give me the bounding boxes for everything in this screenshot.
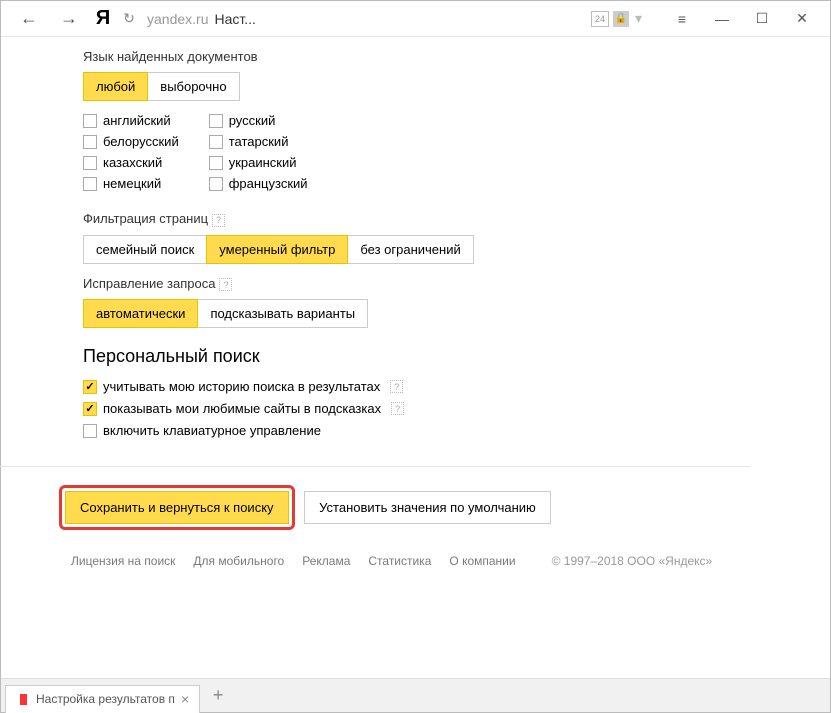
checkbox-icon	[209, 177, 223, 191]
browser-tab[interactable]: Настройка результатов п ×	[5, 685, 200, 713]
checkbox-icon	[83, 114, 97, 128]
lang-checkbox-french[interactable]: французский	[209, 176, 308, 191]
checkbox-icon	[83, 156, 97, 170]
maximize-button[interactable]: ☐	[742, 10, 782, 27]
address-title: Наст...	[214, 11, 255, 27]
filter-section-label: Фильтрация страниц?	[83, 211, 830, 227]
tab-bar: Настройка результатов п × +	[1, 678, 830, 712]
footer-links: Лицензия на поиск Для мобильного Реклама…	[1, 530, 830, 580]
correction-toggle-group: автоматически подсказывать варианты	[83, 299, 830, 328]
lang-option-selective[interactable]: выборочно	[147, 72, 239, 101]
lang-option-any[interactable]: любой	[83, 72, 148, 101]
personal-checkbox-favorites[interactable]: показывать мои любимые сайты в подсказка…	[83, 401, 830, 416]
lang-checkbox-russian[interactable]: русский	[209, 113, 308, 128]
checkbox-icon	[83, 402, 97, 416]
counter-badge[interactable]: 24	[591, 11, 609, 27]
reload-button[interactable]: ↻	[117, 10, 141, 27]
language-toggle-group: любой выборочно	[83, 72, 830, 101]
footer-link-mobile[interactable]: Для мобильного	[193, 554, 284, 568]
lock-icon: 🔒	[613, 11, 629, 27]
footer-link-license[interactable]: Лицензия на поиск	[71, 554, 175, 568]
personal-checkbox-history[interactable]: учитывать мою историю поиска в результат…	[83, 379, 830, 394]
reset-defaults-button[interactable]: Установить значения по умолчанию	[304, 491, 551, 524]
lang-checkbox-english[interactable]: английский	[83, 113, 179, 128]
help-icon[interactable]: ?	[390, 380, 403, 393]
personal-search-heading: Персональный поиск	[83, 346, 830, 367]
chevron-down-icon[interactable]: ▾	[635, 10, 642, 27]
address-url[interactable]: yandex.ru	[147, 11, 208, 27]
correction-option-auto[interactable]: автоматически	[83, 299, 198, 328]
back-button[interactable]: ←	[9, 8, 49, 29]
menu-button[interactable]: ≡	[662, 11, 702, 27]
checkbox-icon	[83, 177, 97, 191]
checkbox-icon	[83, 380, 97, 394]
filter-toggle-group: семейный поиск умеренный фильтр без огра…	[83, 235, 830, 264]
lang-checkbox-kazakh[interactable]: казахский	[83, 155, 179, 170]
close-window-button[interactable]: ✕	[782, 10, 822, 27]
checkbox-icon	[83, 424, 97, 438]
language-section-label: Язык найденных документов	[83, 49, 830, 64]
tab-title: Настройка результатов п	[36, 692, 175, 706]
personal-checkbox-keyboard[interactable]: включить клавиатурное управление	[83, 423, 830, 438]
checkbox-icon	[209, 156, 223, 170]
tab-favicon-icon	[16, 692, 30, 706]
lang-checkbox-german[interactable]: немецкий	[83, 176, 179, 191]
footer-link-about[interactable]: О компании	[449, 554, 515, 568]
help-icon[interactable]: ?	[391, 402, 404, 415]
checkbox-icon	[209, 114, 223, 128]
copyright-text: © 1997–2018 ООО «Яндекс»	[552, 554, 713, 568]
help-icon[interactable]: ?	[212, 214, 225, 227]
highlight-annotation: Сохранить и вернуться к поиску	[59, 485, 295, 530]
filter-option-none[interactable]: без ограничений	[347, 235, 473, 264]
filter-option-family[interactable]: семейный поиск	[83, 235, 207, 264]
checkbox-icon	[83, 135, 97, 149]
lang-checkbox-belarusian[interactable]: белорусский	[83, 134, 179, 149]
new-tab-button[interactable]: +	[204, 684, 232, 708]
save-button[interactable]: Сохранить и вернуться к поиску	[65, 491, 289, 524]
checkbox-icon	[209, 135, 223, 149]
help-icon[interactable]: ?	[219, 278, 232, 291]
correction-option-suggest[interactable]: подсказывать варианты	[197, 299, 368, 328]
tab-close-button[interactable]: ×	[181, 691, 189, 707]
correction-section-label: Исправление запроса?	[83, 276, 830, 292]
lang-checkbox-ukrainian[interactable]: украинский	[209, 155, 308, 170]
lang-checkbox-tatar[interactable]: татарский	[209, 134, 308, 149]
footer-link-ads[interactable]: Реклама	[302, 554, 350, 568]
minimize-button[interactable]: —	[702, 11, 742, 27]
forward-button[interactable]: →	[49, 8, 89, 29]
yandex-logo-icon: Я	[89, 7, 117, 30]
filter-option-moderate[interactable]: умеренный фильтр	[206, 235, 348, 264]
footer-link-stats[interactable]: Статистика	[368, 554, 431, 568]
